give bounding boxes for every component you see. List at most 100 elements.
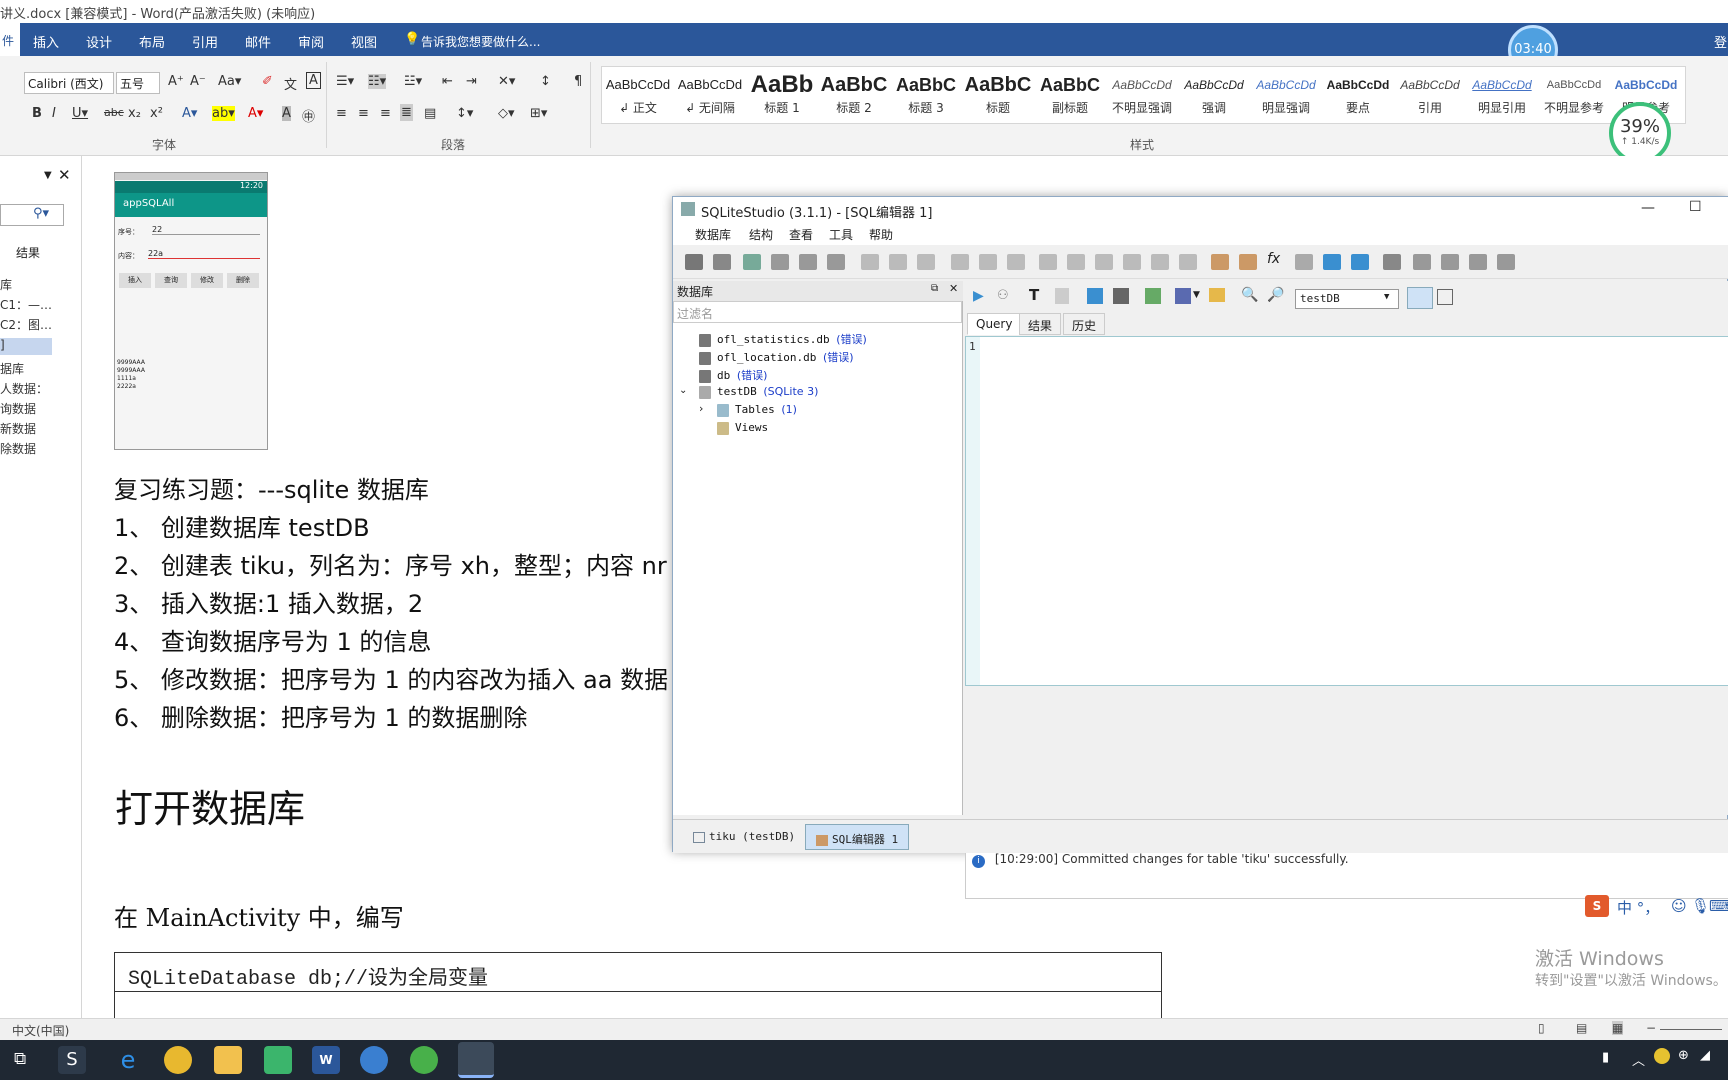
tab-mailings[interactable]: 邮件 bbox=[245, 32, 271, 51]
nav-item[interactable]: 据库 bbox=[0, 360, 80, 377]
extensions-icon[interactable] bbox=[1323, 254, 1341, 270]
export-icon[interactable] bbox=[1145, 288, 1161, 304]
highlight-icon[interactable]: ab▾ bbox=[212, 106, 235, 121]
nav-item[interactable]: 库 bbox=[0, 276, 80, 293]
superscript-icon[interactable]: x² bbox=[150, 106, 163, 121]
nav-tab-results[interactable]: 结果 bbox=[16, 244, 40, 261]
tab-references[interactable]: 引用 bbox=[192, 32, 218, 51]
edit-db-icon[interactable] bbox=[771, 254, 789, 270]
tree-db-db[interactable]: db (错误) bbox=[699, 367, 767, 383]
close-icon[interactable]: ✕ bbox=[949, 282, 958, 295]
sql-code-editor[interactable]: 1 bbox=[965, 336, 1728, 686]
maximize-icon[interactable]: ☐ bbox=[1689, 199, 1702, 215]
tab-view[interactable]: 视图 bbox=[351, 32, 377, 51]
index-edit-icon[interactable] bbox=[979, 254, 997, 270]
battery-icon[interactable]: ▮ bbox=[1602, 1050, 1609, 1065]
show-marks-icon[interactable]: ¶ bbox=[574, 74, 582, 89]
style-item[interactable]: AaBbC 标题 3 bbox=[890, 67, 962, 123]
file-explorer-icon[interactable] bbox=[214, 1046, 242, 1074]
ddl-history-icon[interactable] bbox=[1239, 254, 1257, 270]
layout-vertical-icon[interactable] bbox=[1407, 287, 1433, 309]
style-item[interactable]: AaBbCcDd 明显强调 bbox=[1250, 67, 1322, 123]
ime-toolbar[interactable]: S 中 °， ☺ 🎙 ⌨ bbox=[1585, 893, 1728, 921]
align-right-icon[interactable]: ≡ bbox=[380, 106, 391, 121]
nav-search-input[interactable]: ⚲▾ bbox=[0, 204, 64, 226]
nav-item-selected[interactable]: ] bbox=[0, 338, 52, 355]
save-icon[interactable] bbox=[1175, 288, 1191, 304]
char-shade-icon[interactable]: A bbox=[282, 106, 291, 121]
trigger-delete-icon[interactable] bbox=[1095, 254, 1113, 270]
remove-db-icon[interactable] bbox=[799, 254, 817, 270]
table-delete-icon[interactable] bbox=[917, 254, 935, 270]
network-icon[interactable]: ◢ bbox=[1700, 1048, 1710, 1063]
nav-item[interactable]: 人数据： bbox=[0, 380, 80, 397]
print-layout-icon[interactable]: ▤ bbox=[1576, 1021, 1587, 1035]
execute-icon[interactable]: ▶ bbox=[973, 288, 984, 304]
word-icon[interactable]: W bbox=[312, 1046, 340, 1074]
collations-icon[interactable] bbox=[1295, 254, 1313, 270]
read-mode-icon[interactable]: ▯ bbox=[1538, 1021, 1545, 1035]
tab-review[interactable]: 审阅 bbox=[298, 32, 324, 51]
menu-view[interactable]: 查看 bbox=[789, 226, 813, 243]
menu-tools[interactable]: 工具 bbox=[829, 226, 853, 243]
subscript-icon[interactable]: x₂ bbox=[128, 106, 141, 121]
history-icon[interactable] bbox=[1087, 288, 1103, 304]
window-tab-tiku[interactable]: tiku (testDB) bbox=[683, 824, 805, 850]
connect-icon[interactable] bbox=[685, 254, 703, 270]
decrease-indent-icon[interactable]: ⇤ bbox=[442, 74, 453, 89]
find-icon[interactable]: 🔍 bbox=[1241, 287, 1258, 303]
config-icon[interactable] bbox=[1383, 254, 1401, 270]
feather-app-icon[interactable] bbox=[360, 1046, 388, 1074]
justify-icon[interactable]: ≣ bbox=[400, 104, 413, 121]
multilevel-icon[interactable]: ☳▾ bbox=[404, 74, 422, 89]
view-add-icon[interactable] bbox=[1123, 254, 1141, 270]
database-select[interactable]: testDB ▼ bbox=[1295, 289, 1399, 309]
tree-db-testdb[interactable]: testDB (SQLite 3) bbox=[699, 385, 818, 399]
distribute-icon[interactable]: ▤ bbox=[424, 106, 436, 121]
web-layout-icon[interactable]: ▦ bbox=[1612, 1021, 1624, 1035]
style-item[interactable]: AaBbCcDd 引用 bbox=[1394, 67, 1466, 123]
zoom-slider[interactable] bbox=[1660, 1029, 1722, 1030]
line-spacing-icon[interactable]: ↕▾ bbox=[456, 106, 473, 121]
clear-format-icon[interactable]: ✐ bbox=[262, 74, 273, 89]
font-color-icon[interactable]: A▾ bbox=[248, 106, 263, 121]
tab-design[interactable]: 设计 bbox=[86, 32, 112, 51]
change-case-icon[interactable]: Aa▾ bbox=[218, 74, 241, 89]
bullets-icon[interactable]: ☰▾ bbox=[336, 74, 354, 89]
table-add-icon[interactable] bbox=[861, 254, 879, 270]
minimize-icon[interactable]: — bbox=[1641, 200, 1655, 216]
asian-layout-icon[interactable]: ✕▾ bbox=[498, 74, 515, 89]
char-border-icon[interactable]: A bbox=[306, 72, 321, 89]
menu-help[interactable]: 帮助 bbox=[869, 226, 893, 243]
chrome-icon[interactable] bbox=[164, 1046, 192, 1074]
chevron-up-icon[interactable]: ︿ bbox=[1632, 1050, 1645, 1069]
explain-icon[interactable]: ⚇ bbox=[997, 288, 1009, 303]
edge-icon[interactable]: e bbox=[114, 1046, 142, 1074]
view-edit-icon[interactable] bbox=[1151, 254, 1169, 270]
trigger-add-icon[interactable] bbox=[1039, 254, 1057, 270]
functions-icon[interactable]: fx bbox=[1267, 251, 1285, 267]
table-edit-icon[interactable] bbox=[889, 254, 907, 270]
find-next-icon[interactable]: 🔎 bbox=[1267, 287, 1284, 303]
open-file-icon[interactable] bbox=[1209, 288, 1225, 302]
tell-me-box[interactable]: 告诉我您想要做什么... bbox=[421, 33, 540, 50]
nav-item[interactable]: 新数据 bbox=[0, 420, 80, 437]
refresh-icon[interactable] bbox=[827, 254, 845, 270]
tab-layout[interactable]: 布局 bbox=[139, 32, 165, 51]
increase-indent-icon[interactable]: ⇥ bbox=[466, 74, 477, 89]
tree-db-ofl-location[interactable]: ofl_location.db (错误) bbox=[699, 349, 854, 365]
bold-icon[interactable]: B bbox=[32, 106, 42, 121]
shading-icon[interactable]: ◇▾ bbox=[498, 106, 515, 121]
task-view-icon[interactable]: ⧉ bbox=[14, 1049, 26, 1069]
underline-icon[interactable]: U▾ bbox=[72, 106, 88, 121]
index-add-icon[interactable] bbox=[951, 254, 969, 270]
media-player-icon[interactable] bbox=[264, 1046, 292, 1074]
float-icon[interactable]: ⧉ bbox=[931, 283, 938, 294]
font-size-select[interactable]: 五号 bbox=[116, 72, 160, 94]
close-icon[interactable]: ✕ bbox=[58, 166, 71, 184]
add-db-icon[interactable] bbox=[743, 254, 761, 270]
numbering-icon[interactable]: ☷▾ bbox=[368, 74, 387, 89]
clear-icon[interactable] bbox=[1055, 288, 1069, 304]
login-button[interactable]: 登 bbox=[1714, 32, 1727, 51]
tree-views[interactable]: Views bbox=[717, 421, 768, 435]
